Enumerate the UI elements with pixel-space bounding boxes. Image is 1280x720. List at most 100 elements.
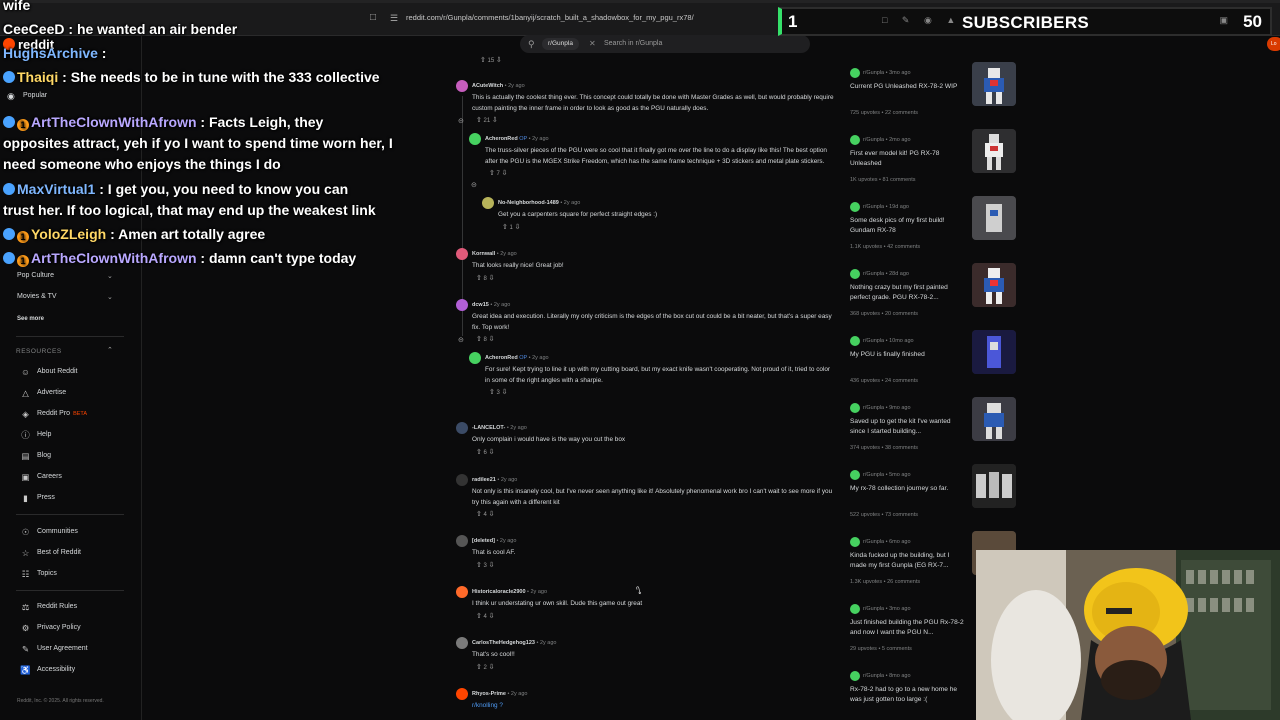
avatar[interactable] bbox=[456, 474, 468, 486]
related-post[interactable]: r/Gunpla • 3mo ago Current PG Unleashed … bbox=[850, 62, 1018, 134]
related-post[interactable]: r/Gunpla • 10mo ago My PGU is finally fi… bbox=[850, 330, 1018, 402]
comment: CarlosTheHedgehog123 • 2y ago That's so … bbox=[456, 637, 836, 673]
accessibility-icon: ♿ bbox=[20, 665, 31, 675]
collapse-icon[interactable]: ⊝ bbox=[458, 117, 464, 125]
vote-bar[interactable]: ⇧ 3 ⇩ bbox=[476, 561, 836, 571]
post-thumbnail[interactable] bbox=[972, 129, 1016, 173]
divider bbox=[16, 590, 124, 591]
subreddit-search[interactable]: ⚲ r/Gunpla ✕ Search in r/Gunpla bbox=[520, 35, 810, 53]
sidebar-item-help[interactable]: ⓘ Help bbox=[20, 427, 51, 443]
sidebar-item-press[interactable]: ▮ Press bbox=[20, 490, 55, 506]
post-thumbnail[interactable] bbox=[972, 330, 1016, 374]
avatar[interactable] bbox=[469, 352, 481, 364]
beta-badge: BETA bbox=[73, 411, 88, 417]
vote-bar[interactable]: ⇧ 4 ⇩ bbox=[476, 612, 836, 622]
sidebar-item-blog[interactable]: ▤ Blog bbox=[20, 448, 51, 464]
post-thumbnail[interactable] bbox=[972, 196, 1016, 240]
vote-bar[interactable]: ⇧ 21 ⇩ bbox=[476, 116, 836, 126]
left-sidebar: ◉ Popular Pop Culture ⌄ Movies & TV ⌄ Se… bbox=[0, 36, 142, 720]
related-post[interactable]: r/Gunpla • 2mo ago First ever model kit!… bbox=[850, 129, 1018, 201]
sidebar-topic-movies-tv[interactable]: Movies & TV ⌄ bbox=[17, 293, 113, 301]
vote-bar[interactable]: ⇧ 15 ⇩ bbox=[480, 56, 502, 66]
sidebar-item-privacy-policy[interactable]: ⚙ Privacy Policy bbox=[20, 620, 81, 636]
address-bar[interactable]: □ ☰ reddit.com/r/Gunpla/comments/1banyij… bbox=[370, 9, 774, 27]
clear-chip-icon[interactable]: ✕ bbox=[589, 35, 596, 53]
comment-body: Get you a carpenters square for perfect … bbox=[498, 211, 658, 218]
sidebar-item-advertise[interactable]: △ Advertise bbox=[20, 385, 66, 401]
communities-icon: ☉ bbox=[21, 527, 30, 537]
sidebar-item-best-of-reddit[interactable]: ☆ Best of Reddit bbox=[20, 545, 81, 561]
post-thumbnail[interactable] bbox=[972, 464, 1016, 508]
comment-body: That looks really nice! Great job! bbox=[472, 262, 564, 269]
bookmark-icon[interactable]: □ bbox=[370, 9, 376, 27]
see-more-link[interactable]: See more bbox=[17, 316, 44, 322]
chevron-up-icon[interactable]: ⌃ bbox=[107, 346, 113, 354]
window-icon: ▣ bbox=[1219, 15, 1228, 25]
url-text: reddit.com/r/Gunpla/comments/1banyij/scr… bbox=[406, 13, 694, 22]
subreddit-icon bbox=[850, 202, 860, 212]
avatar[interactable] bbox=[469, 133, 481, 145]
site-info-icon[interactable]: ☰ bbox=[390, 9, 398, 27]
comment-body: That is cool AF. bbox=[472, 549, 516, 556]
sidebar-item-accessibility[interactable]: ♿ Accessibility bbox=[20, 662, 75, 678]
sidebar-item-topics[interactable]: ☷ Topics bbox=[20, 566, 57, 582]
avatar[interactable] bbox=[456, 422, 468, 434]
related-post[interactable]: r/Gunpla • 9mo ago Saved up to get the k… bbox=[850, 397, 1018, 469]
sidebar-item-popular[interactable]: ◉ Popular bbox=[7, 91, 47, 101]
subreddit-icon bbox=[850, 336, 860, 346]
subscriber-counter: 1 □ ✎ ◉ ▲ SUBSCRIBERS ▣ 50 bbox=[778, 7, 1272, 36]
avatar[interactable] bbox=[456, 299, 468, 311]
related-post[interactable]: r/Gunpla • 19d ago Some desk pics of my … bbox=[850, 196, 1018, 268]
resources-heading: RESOURCES bbox=[16, 348, 62, 355]
avatar[interactable] bbox=[456, 535, 468, 547]
sidebar-topic-pop-culture[interactable]: Pop Culture ⌄ bbox=[17, 272, 113, 280]
chevron-down-icon: ⌄ bbox=[107, 273, 113, 280]
sidebar-item-communities[interactable]: ☉ Communities bbox=[20, 524, 78, 540]
avatar[interactable] bbox=[482, 197, 494, 209]
vote-bar[interactable]: ⇧ 2 ⇩ bbox=[476, 663, 836, 673]
vote-bar[interactable]: ⇧ 3 ⇩ bbox=[489, 388, 834, 398]
sidebar-item-about-reddit[interactable]: ☺ About Reddit bbox=[20, 364, 77, 380]
avatar[interactable] bbox=[456, 688, 468, 700]
rules-icon: ⚖ bbox=[21, 602, 30, 612]
vote-bar[interactable]: ⇧ 6 ⇩ bbox=[476, 448, 836, 458]
divider bbox=[16, 514, 124, 515]
post-thumbnail[interactable] bbox=[972, 263, 1016, 307]
comment-body: This is actually the coolest thing ever.… bbox=[472, 94, 834, 112]
popular-icon: ◉ bbox=[7, 91, 15, 101]
avatar[interactable] bbox=[456, 586, 468, 598]
sidebar-item-reddit-rules[interactable]: ⚖ Reddit Rules bbox=[20, 599, 77, 615]
related-post[interactable]: r/Gunpla • 5mo ago My rx-78 collection j… bbox=[850, 464, 1018, 536]
collapse-icon[interactable]: ⊝ bbox=[471, 181, 477, 189]
sidebar-item-reddit-pro[interactable]: ◈ Reddit Pro BETA bbox=[20, 406, 87, 422]
collapse-icon[interactable]: ⊝ bbox=[458, 336, 464, 344]
reddit-icon: ☺ bbox=[21, 367, 30, 377]
comment-body: Great idea and execution. Literally my o… bbox=[472, 313, 832, 331]
avatar[interactable] bbox=[456, 80, 468, 92]
avatar[interactable] bbox=[456, 248, 468, 260]
mouse-cursor-icon: ⭛ bbox=[636, 586, 642, 597]
vote-bar[interactable]: ⇧ 8 ⇩ bbox=[476, 274, 836, 284]
post-thumbnail[interactable] bbox=[972, 397, 1016, 441]
search-icon: ⚲ bbox=[528, 39, 535, 49]
subreddit-icon bbox=[850, 671, 860, 681]
vote-bar[interactable]: ⇧ 1 ⇩ bbox=[502, 223, 832, 233]
vote-bar[interactable]: ⇧ 7 ⇩ bbox=[489, 169, 834, 179]
divider bbox=[16, 336, 124, 337]
comment: dcw15 • 2y ago Great idea and execution.… bbox=[456, 299, 836, 345]
related-post[interactable]: r/Gunpla • 28d ago Nothing crazy but my … bbox=[850, 263, 1018, 335]
avatar[interactable]: Lo bbox=[1267, 37, 1280, 51]
help-icon: ⓘ bbox=[21, 430, 30, 440]
search-input[interactable]: Search in r/Gunpla bbox=[604, 35, 662, 53]
vote-bar[interactable]: ⇧ 4 ⇩ bbox=[476, 510, 836, 520]
sidebar-item-careers[interactable]: ▣ Careers bbox=[20, 469, 61, 485]
comment: AcheronRed OP • 2y ago The truss-silver … bbox=[469, 133, 834, 179]
subreddit-icon bbox=[850, 135, 860, 145]
sidebar-item-user-agreement[interactable]: ✎ User Agreement bbox=[20, 641, 88, 657]
vote-bar[interactable]: ⇧ 8 ⇩ bbox=[476, 335, 836, 345]
subreddit-link[interactable]: r/knolling ? bbox=[472, 701, 836, 712]
post-thumbnail[interactable] bbox=[972, 62, 1016, 106]
subreddit-chip[interactable]: r/Gunpla bbox=[542, 38, 579, 50]
comment-body: Only complain i would have is the way yo… bbox=[472, 436, 626, 443]
avatar[interactable] bbox=[456, 637, 468, 649]
